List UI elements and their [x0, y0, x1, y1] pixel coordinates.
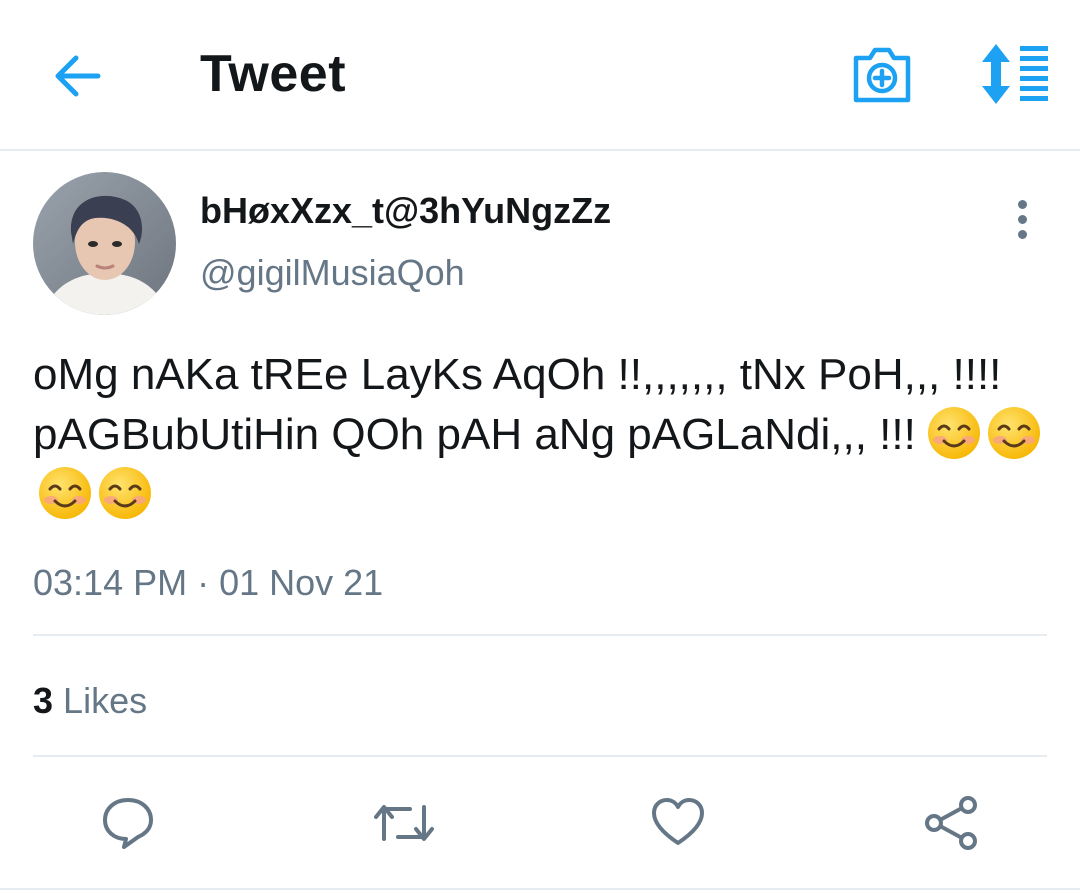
- smiling-face-icon: [927, 407, 980, 459]
- sort-list-icon: [982, 44, 1048, 104]
- likes-summary[interactable]: 3 Likes: [33, 680, 147, 722]
- tweet-timestamp[interactable]: 03:14 PM · 01 Nov 21: [33, 562, 383, 604]
- divider: [33, 755, 1047, 757]
- user-photo-icon: [33, 172, 176, 315]
- retweet-button[interactable]: [374, 795, 434, 851]
- smiling-face-icon: [987, 407, 1040, 459]
- avatar[interactable]: [33, 172, 176, 315]
- more-vertical-icon-dot: [1017, 215, 1027, 224]
- page-title: Tweet: [200, 45, 347, 103]
- user-handle[interactable]: @gigilMusiaQoh: [200, 252, 465, 294]
- retweet-icon: [374, 805, 434, 841]
- more-vertical-icon-dot: [1017, 230, 1027, 239]
- display-name[interactable]: bHøxXzx_t@3hYuNgzZz: [200, 190, 611, 232]
- likes-label: Likes: [63, 680, 148, 721]
- smiling-face-icon: [39, 467, 91, 519]
- like-button[interactable]: [650, 795, 706, 851]
- reply-button[interactable]: [100, 795, 156, 851]
- divider: [0, 888, 1080, 890]
- smiling-face-icon: [99, 467, 151, 519]
- more-vertical-icon: [1017, 200, 1027, 209]
- reply-icon: [103, 798, 153, 849]
- camera-add-icon: [853, 47, 911, 103]
- share-icon: [925, 796, 977, 850]
- sort-button[interactable]: [976, 44, 1052, 104]
- divider: [33, 634, 1047, 636]
- share-button[interactable]: [924, 795, 980, 851]
- likes-count: 3: [33, 680, 54, 721]
- camera-button[interactable]: [850, 42, 914, 106]
- back-button[interactable]: [50, 48, 106, 104]
- more-options-button[interactable]: [1004, 200, 1040, 240]
- top-app-bar: Tweet: [0, 0, 1080, 151]
- heart-icon: [652, 798, 704, 845]
- tweet-text-block: oMg nAKa tREe LayKs AqOh !!,,,,,,, tNx P…: [33, 345, 1053, 525]
- arrow-left-icon: [55, 55, 101, 97]
- tweet-text: oMg nAKa tREe LayKs AqOh !!,,,,,,, tNx P…: [33, 350, 1002, 459]
